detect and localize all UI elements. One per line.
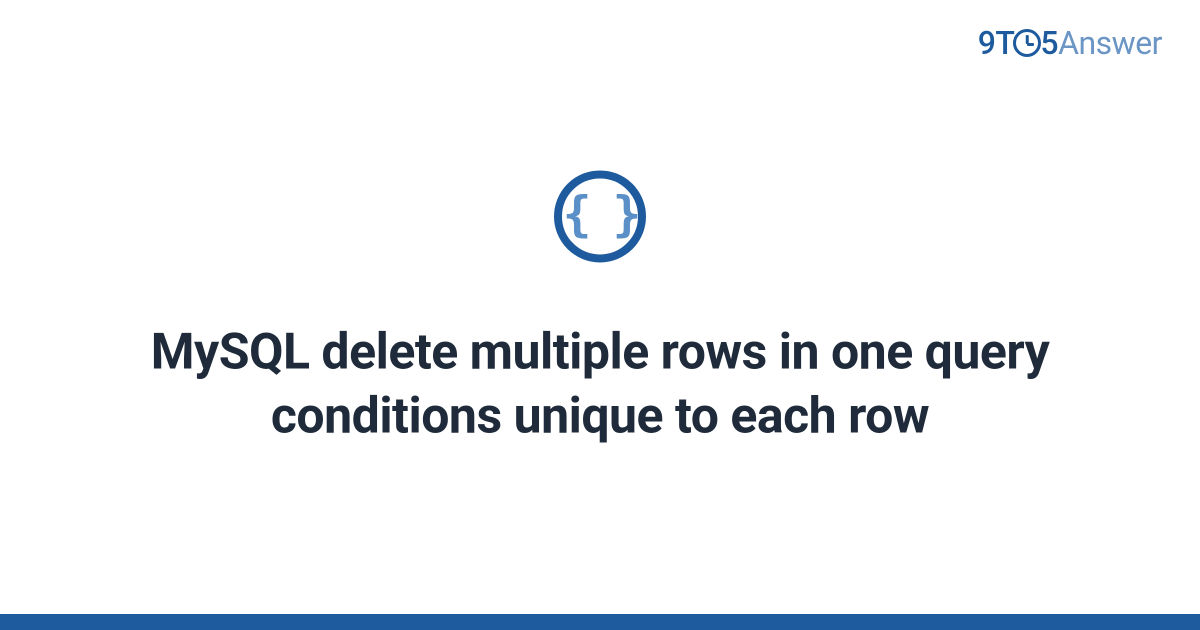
code-braces-icon: { } <box>554 170 646 262</box>
main-content: { } MySQL delete multiple rows in one qu… <box>0 170 1200 448</box>
logo-prefix: 9T <box>978 24 1015 62</box>
site-logo: 9T 5Answer <box>978 24 1162 62</box>
footer-bar <box>0 614 1200 630</box>
clock-icon <box>1013 29 1041 57</box>
page-title: MySQL delete multiple rows in one query … <box>60 320 1140 448</box>
logo-word: Answer <box>1058 24 1162 62</box>
braces-glyph: { } <box>563 190 638 238</box>
logo-suffix: 5 <box>1040 24 1058 62</box>
